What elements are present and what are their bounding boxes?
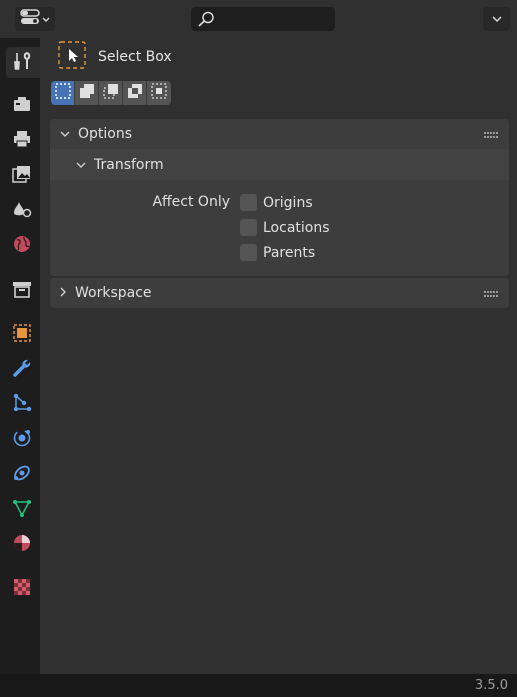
workspace-panel-title: Workspace [75,285,152,301]
mesh-data-triangle-icon [12,498,32,522]
affect-only-label: Affect Only [152,194,230,210]
drag-grip-icon[interactable] [484,285,500,301]
transform-subpanel-title: Transform [94,156,164,173]
properties-editor-icon [20,9,40,29]
view-layer-images-icon [11,165,32,187]
tab-collection[interactable] [6,275,37,306]
options-panel: Options Transform Affect Only Origins Lo… [50,119,509,276]
select-intersect-button[interactable] [147,81,171,105]
chevron-down-icon [76,157,86,173]
origins-label: Origins [263,194,313,211]
select-box-cursor-icon [58,41,86,73]
options-panel-title: Options [78,126,133,142]
chevron-down-icon [60,126,70,142]
tab-particles[interactable] [6,389,37,420]
modifier-wrench-icon [12,358,32,382]
tab-tool[interactable] [6,47,40,78]
tab-constraints[interactable] [6,459,37,490]
properties-main-area: Select Box Options Transform Affect Only… [40,38,517,674]
tab-texture[interactable] [6,573,37,604]
object-square-icon [12,323,32,347]
parents-checkbox-row[interactable]: Parents [240,244,315,261]
editor-type-button[interactable] [15,7,55,31]
version-label: 3.5.0 [474,678,508,693]
selection-mode-buttons [51,81,171,105]
physics-orbit-icon [12,428,32,452]
object-constraint-icon [12,463,32,487]
select-extend-icon [78,82,96,104]
select-subtract-button[interactable] [99,81,123,105]
origins-checkbox[interactable] [240,194,257,211]
workspace-panel-header[interactable]: Workspace [50,278,509,308]
origins-checkbox-row[interactable]: Origins [240,194,313,211]
tab-material[interactable] [6,529,37,560]
active-tool-label: Select Box [98,49,172,65]
properties-tab-strip [3,38,40,674]
chevron-down-icon [491,11,502,27]
header-options-dropdown[interactable] [483,7,510,31]
select-subtract-icon [102,82,120,104]
parents-label: Parents [263,244,316,261]
collection-box-icon [12,280,32,302]
drag-grip-icon[interactable] [484,126,500,142]
particles-icon [12,393,32,417]
tab-output[interactable] [6,125,37,156]
tab-scene[interactable] [6,195,37,226]
tab-physics[interactable] [6,424,37,455]
output-printer-icon [12,130,32,152]
scene-shapes-icon [12,200,32,222]
select-difference-button[interactable] [123,81,147,105]
select-difference-icon [126,82,144,104]
render-camera-back-icon [12,95,32,117]
select-extend-button[interactable] [75,81,99,105]
tab-world[interactable] [6,230,37,261]
select-intersect-icon [150,82,168,104]
tab-view-layer[interactable] [6,160,37,191]
status-bar: 3.5.0 [0,674,517,697]
select-set-button[interactable] [51,81,75,105]
transform-subpanel-body: Affect Only Origins Locations Parents [50,180,509,276]
tool-wrench-screwdriver-icon [13,51,33,75]
active-tool-header: Select Box [58,41,172,73]
options-panel-header[interactable]: Options [50,119,509,149]
world-globe-icon [12,234,32,258]
texture-checker-icon [12,577,32,601]
transform-subpanel-header[interactable]: Transform [50,149,509,180]
chevron-right-icon [60,285,67,301]
tab-data[interactable] [6,494,37,525]
search-input[interactable] [191,7,335,31]
tab-render[interactable] [6,90,37,121]
locations-label: Locations [263,219,330,236]
tab-object[interactable] [6,319,37,350]
chevron-down-icon [42,11,50,27]
tab-modifiers[interactable] [6,354,37,385]
select-set-icon [54,82,72,104]
locations-checkbox-row[interactable]: Locations [240,219,330,236]
workspace-panel: Workspace [50,278,509,308]
editor-header [0,0,517,38]
locations-checkbox[interactable] [240,219,257,236]
parents-checkbox[interactable] [240,244,257,261]
material-sphere-icon [12,533,32,557]
